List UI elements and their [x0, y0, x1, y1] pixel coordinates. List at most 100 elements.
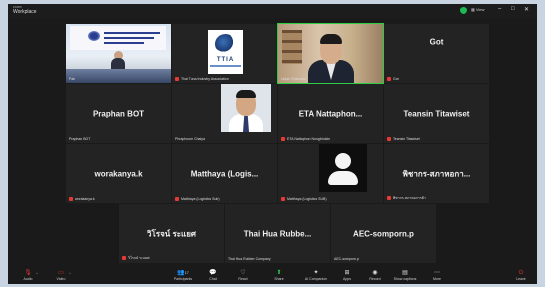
participant-caption-text: Phraphoom Chaiya — [175, 137, 205, 141]
participant-tile-matthaya-1[interactable]: Matthaya (Logis... Matthaya (Logistics S… — [172, 144, 277, 203]
more-label: More — [433, 277, 441, 281]
view-icon: ▦ — [471, 7, 475, 12]
participant-caption-text: worakanya.k — [75, 197, 95, 201]
participants-button[interactable]: 👥17 Participants — [168, 269, 198, 282]
participant-name: Got — [429, 37, 444, 47]
participant-caption-text: Praphan BOT — [69, 137, 91, 141]
logo-icon — [88, 31, 100, 41]
participant-caption: Thai Hua Rubber Company — [228, 257, 271, 261]
participant-caption: Thai Tuna Industry Association — [175, 77, 229, 81]
react-button[interactable]: ♡ React — [228, 269, 258, 282]
mic-muted-icon — [387, 77, 391, 81]
participant-tile-matthaya-2[interactable]: Matthaya (Logistics SUB) — [278, 144, 383, 203]
mic-muted-icon: 🎙 — [24, 270, 32, 276]
participant-name: พิชากร-สภาหอกา... — [402, 169, 471, 178]
participant-caption-text: วิโรจน์ ระแยศ — [128, 256, 150, 260]
participant-tile-pak[interactable]: Pak — [66, 24, 171, 83]
avatar — [319, 144, 367, 192]
share-button[interactable]: ⬆ Share — [264, 269, 294, 282]
participant-caption: ETA Nattaphon Nongbhokin — [281, 137, 330, 141]
table — [66, 69, 171, 83]
app-name-big: Workplace — [13, 9, 37, 15]
video-label: Video — [56, 277, 66, 281]
captions-icon: ▤ — [402, 270, 408, 276]
meeting-toolbar: 🎙 Audio ^ ▭ Video ^ 👥17 Participants 💬 C… — [8, 268, 537, 284]
participant-tile-thaihua[interactable]: Thai Hua Rubbe... Thai Hua Rubber Compan… — [225, 204, 330, 263]
record-icon: ◉ — [372, 270, 378, 276]
participant-tile-udom[interactable]: Udom Srisuwan — [277, 23, 384, 84]
chat-button[interactable]: 💬 Chat — [198, 269, 228, 282]
participant-tile-teansin[interactable]: Teansin Titawiset Teansin Titawiset — [384, 84, 489, 143]
mic-muted-icon — [281, 197, 285, 201]
react-label: React — [238, 277, 248, 281]
participant-caption: Matthaya (Logistics Sub) — [175, 197, 220, 201]
share-icon: ⬆ — [276, 270, 282, 276]
participants-label: Participants — [173, 277, 193, 281]
participant-tile-worakanya[interactable]: worakanya.k worakanya.k — [66, 144, 171, 203]
minimize-icon[interactable]: – — [498, 6, 501, 12]
mic-muted-icon — [69, 197, 73, 201]
apps-icon: ⊞ — [344, 270, 350, 276]
participant-name: worakanya.k — [94, 169, 143, 178]
participant-tile-wirot[interactable]: วิโรจน์ ระแยศ วิโรจน์ ระแยศ — [119, 204, 224, 263]
participant-caption-text: Thai Hua Rubber Company — [228, 257, 271, 261]
maximize-icon[interactable]: □ — [511, 6, 515, 12]
participant-caption: Phraphoom Chaiya — [175, 137, 205, 141]
participant-caption-text: Udom Srisuwan — [281, 77, 306, 81]
title-bar: zoom Workplace ▦ View – □ ✕ — [8, 4, 537, 18]
participant-tile-got[interactable]: Got Got — [384, 24, 489, 83]
participants-icon: 👥17 — [177, 270, 189, 276]
record-button[interactable]: ◉ Record — [360, 269, 390, 282]
leave-icon: ⏻ — [518, 270, 524, 276]
video-off-icon: ▭ — [58, 270, 64, 276]
shield-icon[interactable] — [460, 7, 467, 14]
captions-button[interactable]: ▤ Show captions — [390, 269, 420, 282]
participant-tile-eta[interactable]: ETA Nattaphon... ETA Nattaphon Nongbhoki… — [278, 84, 383, 143]
react-icon: ♡ — [240, 270, 246, 276]
meeting-room-video — [66, 24, 171, 83]
participant-tile-praphan[interactable]: Praphan BOT Praphan BOT — [66, 84, 171, 143]
leave-button[interactable]: ⏻ Leave — [506, 269, 536, 282]
participant-name: AEC-somporn.p — [353, 229, 414, 238]
participant-tile-phraphoom[interactable]: Phraphoom Chaiya — [172, 84, 277, 143]
mic-muted-icon — [281, 137, 285, 141]
view-button[interactable]: ▦ View — [471, 7, 485, 12]
bookshelf — [282, 30, 302, 64]
participant-name: Teansin Titawiset — [403, 109, 470, 118]
tuna-icon — [215, 34, 236, 54]
participant-name: Matthaya (Logis... — [190, 169, 259, 178]
participant-name: ETA Nattaphon... — [298, 109, 363, 118]
participant-caption: worakanya.k — [69, 197, 95, 201]
participant-tile-phitchakon[interactable]: พิชากร-สภาหอกา... พิชากร-สภาหอการค้า — [384, 144, 489, 203]
ttia-logo: TTIA — [208, 30, 243, 74]
zoom-window: zoom Workplace ▦ View – □ ✕ Pak TTIA Tha… — [8, 4, 537, 284]
participant-caption: Praphan BOT — [69, 137, 90, 141]
mic-muted-icon — [387, 137, 391, 141]
participant-tile-ttia[interactable]: TTIA Thai Tuna Industry Association — [172, 24, 277, 83]
participant-caption-text: ETA Nattaphon Nongbhokin — [287, 137, 331, 141]
participants-count: 17 — [184, 271, 189, 275]
participant-caption: Got — [387, 77, 399, 81]
participant-caption-text: Pak — [69, 77, 76, 81]
participant-caption: Matthaya (Logistics SUB) — [281, 197, 327, 201]
avatar-body-icon — [328, 171, 358, 185]
more-button[interactable]: ⋯ More — [422, 269, 452, 282]
participant-tile-aec[interactable]: AEC-somporn.p AEC-somporn.p — [331, 204, 436, 263]
participant-caption-text: Matthaya (Logistics Sub) — [181, 197, 220, 201]
portrait-video — [221, 84, 271, 132]
avatar-head-icon — [335, 153, 351, 169]
close-icon[interactable]: ✕ — [524, 6, 529, 13]
chevron-up-icon: ^ — [36, 271, 38, 276]
participant-caption-text: Matthaya (Logistics SUB) — [287, 197, 327, 201]
mic-muted-icon — [122, 256, 126, 260]
mic-muted-icon — [387, 196, 391, 200]
audio-button[interactable]: 🎙 Audio — [13, 269, 43, 282]
video-button[interactable]: ▭ Video — [46, 269, 76, 282]
chat-icon: 💬 — [209, 270, 217, 276]
ai-companion-icon: ✦ — [313, 270, 319, 276]
participant-caption-text: พิชากร-สภาหอการค้า — [393, 196, 426, 200]
mic-muted-icon — [175, 197, 179, 201]
apps-button[interactable]: ⊞ Apps — [332, 269, 362, 282]
ai-companion-button[interactable]: ✦ AI Companion — [301, 269, 331, 282]
record-label: Record — [369, 277, 381, 281]
